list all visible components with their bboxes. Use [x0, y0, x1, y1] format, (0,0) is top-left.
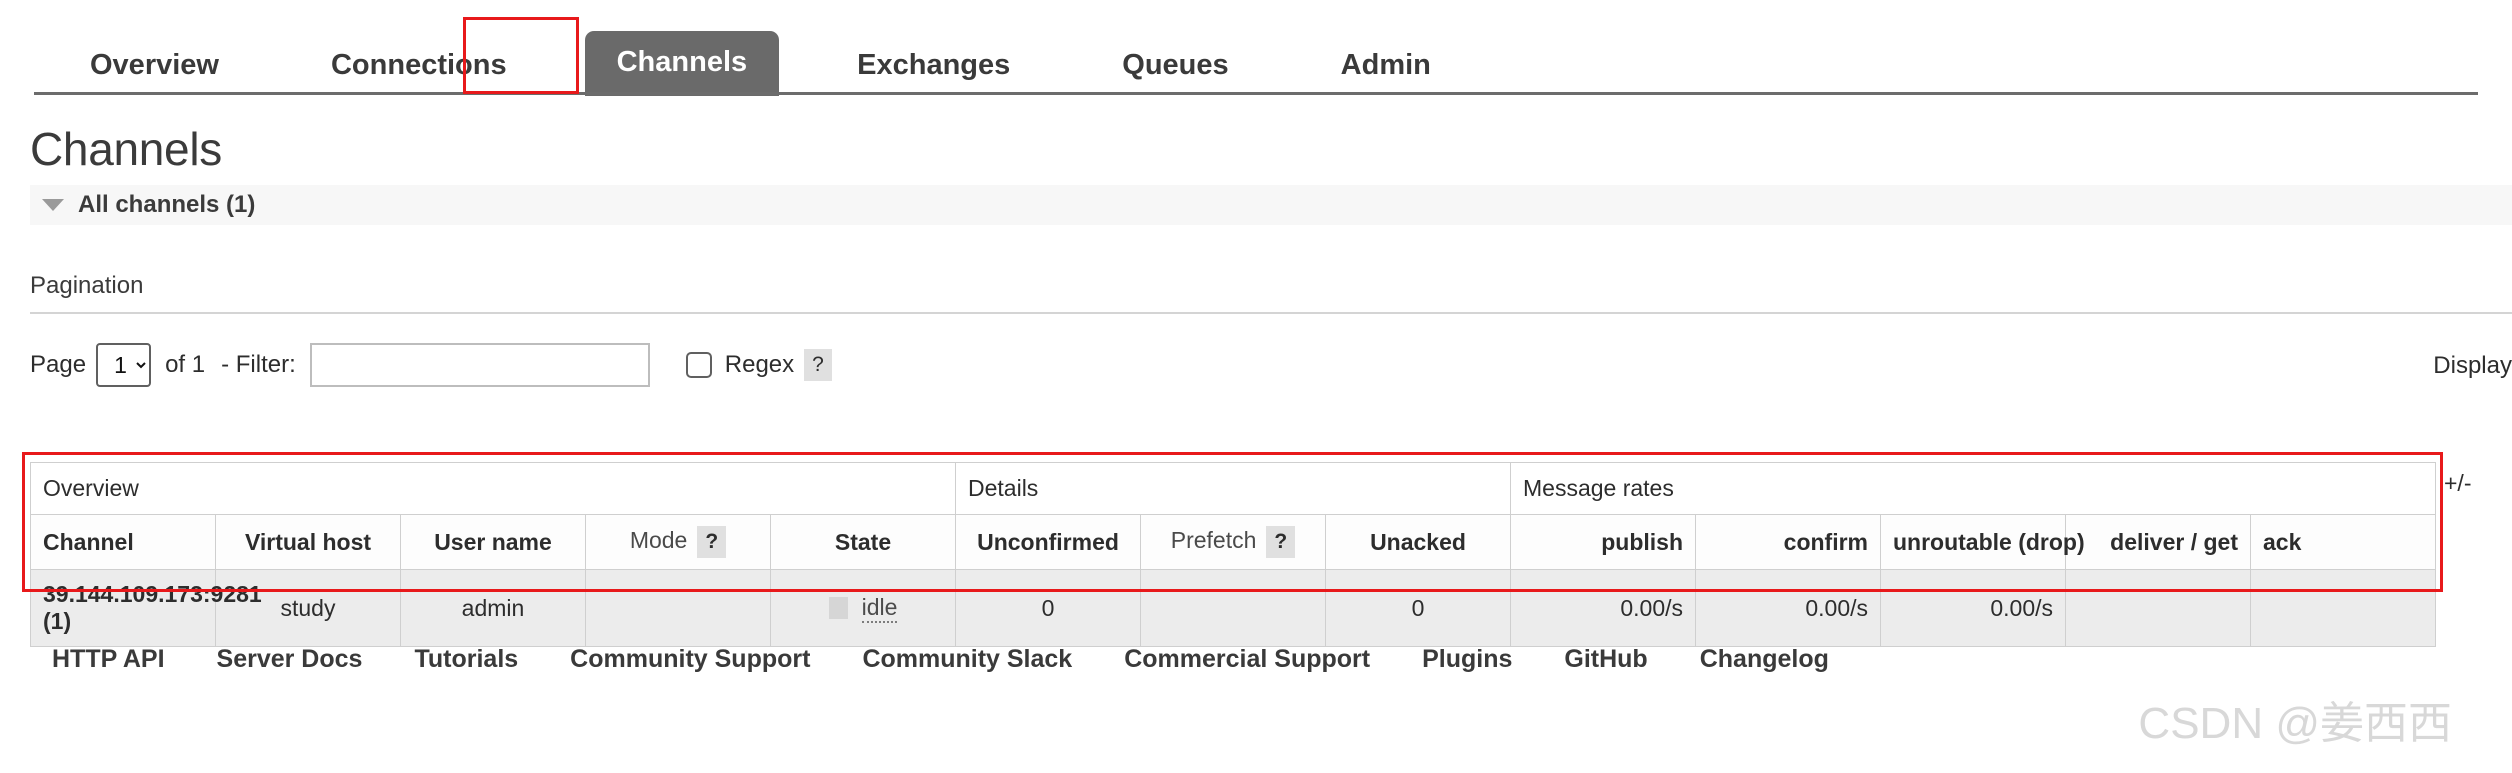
- prefetch-help-icon[interactable]: ?: [1266, 526, 1296, 558]
- table-col-mode[interactable]: Mode?: [585, 514, 771, 570]
- channels-table: Overview Details Message rates Channel Virt…: [30, 462, 2436, 647]
- page-title: Channels: [30, 123, 222, 175]
- footer-link-changelog[interactable]: Changelog: [1700, 645, 1829, 674]
- page-select[interactable]: 1: [96, 343, 152, 387]
- cell-channel-link[interactable]: 39.144.109.173:9281 (1): [30, 569, 262, 647]
- filter-input[interactable]: [309, 343, 650, 387]
- regex-help-icon[interactable]: ?: [804, 349, 832, 381]
- table-row[interactable]: 39.144.109.173:9281 (1) study admin idle 0 0 0…: [30, 569, 2436, 647]
- cell-unroutable-drop: 0.00/s: [1880, 569, 2066, 647]
- table-column-header-row: Channel Virtual host User name Mode? State Un…: [30, 514, 2436, 570]
- table-col-label: Prefetch: [1170, 527, 1257, 553]
- table-group-header-row: Overview Details Message rates: [30, 462, 2436, 515]
- table-col-prefetch[interactable]: Prefetch?: [1140, 514, 1326, 570]
- pagination-heading: Pagination: [30, 272, 144, 299]
- footer-link-tutorials[interactable]: Tutorials: [414, 645, 518, 674]
- display-label: Display: [2433, 352, 2512, 379]
- table-col-state[interactable]: State: [770, 514, 956, 570]
- table-col-confirm[interactable]: confirm: [1695, 514, 1881, 570]
- table-col-publish[interactable]: publish: [1510, 514, 1696, 570]
- pagination-divider: [30, 312, 2512, 314]
- nav-tab-channels[interactable]: Channels: [584, 31, 780, 96]
- state-indicator-icon: [828, 597, 848, 619]
- table-col-user-name[interactable]: User name: [400, 514, 586, 570]
- footer-link-server-docs[interactable]: Server Docs: [217, 645, 363, 674]
- cell-user-name: admin: [400, 569, 586, 647]
- cell-mode: [585, 569, 771, 647]
- table-body: 39.144.109.173:9281 (1) study admin idle 0 0 0…: [30, 569, 2436, 647]
- triangle-down-icon[interactable]: [42, 199, 64, 211]
- top-navigation: Overview Connections Channels Exchanges Queu…: [0, 0, 2512, 96]
- table-col-label: ack: [2263, 528, 2302, 555]
- table-col-label: Virtual host: [244, 528, 372, 555]
- table-col-label: unroutable (drop): [1893, 528, 2085, 555]
- all-channels-label: All channels (1): [78, 191, 256, 218]
- table-col-label: Mode: [629, 527, 688, 553]
- nav-underline-rule: [34, 92, 2478, 95]
- cell-state: idle: [770, 569, 956, 647]
- filter-label: - Filter:: [221, 351, 296, 378]
- footer-link-community-slack[interactable]: Community Slack: [862, 645, 1072, 674]
- nav-tab-queues[interactable]: Queues: [1092, 37, 1258, 96]
- footer-link-plugins[interactable]: Plugins: [1422, 645, 1512, 674]
- table-col-unacked[interactable]: Unacked: [1325, 514, 1511, 570]
- regex-control-group: Regex ?: [685, 349, 832, 381]
- mode-help-icon[interactable]: ?: [697, 526, 727, 558]
- cell-unacked: 0: [1325, 569, 1511, 647]
- table-col-label: Unconfirmed: [977, 528, 1119, 555]
- footer-link-github[interactable]: GitHub: [1564, 645, 1647, 674]
- footer-links: HTTP API Server Docs Tutorials Community Su…: [52, 645, 1881, 674]
- column-toggle-button[interactable]: +/-: [2444, 470, 2471, 497]
- regex-checkbox[interactable]: [685, 352, 712, 378]
- table-col-virtual-host[interactable]: Virtual host: [215, 514, 401, 570]
- footer-link-commercial-support[interactable]: Commercial Support: [1124, 645, 1370, 674]
- cell-unconfirmed: 0: [955, 569, 1141, 647]
- table-col-label: State: [834, 528, 892, 555]
- footer-link-http-api[interactable]: HTTP API: [52, 645, 165, 674]
- table-col-label: User name: [434, 528, 552, 555]
- regex-label: Regex: [724, 351, 795, 378]
- nav-tab-list: Overview Connections Channels Exchanges Queu…: [34, 18, 1487, 96]
- table-group-details: Details: [955, 462, 1511, 515]
- page-total-label: of 1: [165, 351, 206, 378]
- table-col-channel[interactable]: Channel: [30, 514, 216, 570]
- table-col-deliver-get[interactable]: deliver / get: [2065, 514, 2251, 570]
- nav-tab-connections[interactable]: Connections: [301, 37, 537, 96]
- table-col-label: deliver / get: [2110, 528, 2238, 555]
- table-col-unconfirmed[interactable]: Unconfirmed: [955, 514, 1141, 570]
- nav-tab-overview[interactable]: Overview: [60, 37, 249, 96]
- footer-link-community-support[interactable]: Community Support: [570, 645, 810, 674]
- cell-publish: 0.00/s: [1510, 569, 1696, 647]
- table-col-label: publish: [1601, 528, 1683, 555]
- nav-tab-admin[interactable]: Admin: [1311, 37, 1461, 96]
- all-channels-section-header[interactable]: All channels (1): [30, 185, 2512, 225]
- page-label: Page: [30, 351, 87, 378]
- cell-ack: [2250, 569, 2436, 647]
- cell-deliver-get: [2065, 569, 2251, 647]
- channels-table-container: Overview Details Message rates Channel Virt…: [30, 462, 2436, 647]
- cell-confirm: 0.00/s: [1695, 569, 1881, 647]
- watermark: CSDN @姜西西: [2138, 699, 2452, 748]
- table-group-message-rates: Message rates: [1510, 462, 2436, 515]
- table-group-overview: Overview: [30, 462, 956, 515]
- table-col-unroutable-drop[interactable]: unroutable (drop): [1880, 514, 2085, 570]
- table-col-label: confirm: [1783, 528, 1868, 555]
- table-col-label: Unacked: [1370, 528, 1466, 555]
- table-col-ack[interactable]: ack: [2250, 514, 2436, 570]
- table-col-label: Channel: [43, 528, 134, 555]
- nav-tab-exchanges[interactable]: Exchanges: [827, 37, 1040, 96]
- pagination-controls: Page 1 of 1 - Filter: Regex ?: [30, 340, 832, 390]
- cell-prefetch: [1140, 569, 1326, 647]
- state-text: idle: [861, 594, 898, 623]
